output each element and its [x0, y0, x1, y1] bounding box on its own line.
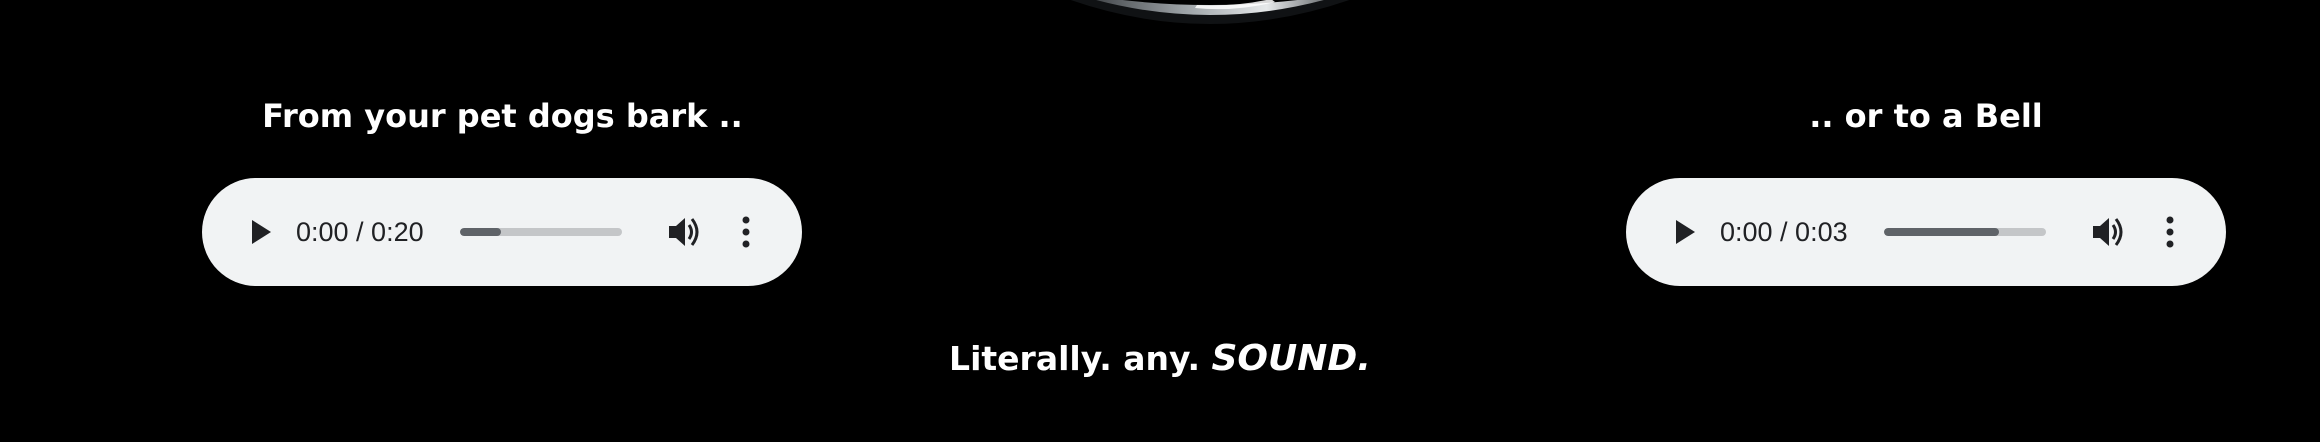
volume-icon[interactable] [2090, 215, 2126, 249]
caption-dog-bark: From your pet dogs bark .. [262, 97, 743, 135]
tagline: Literally. any. SOUND. [900, 338, 1420, 379]
play-icon[interactable] [244, 216, 276, 248]
play-icon[interactable] [1668, 216, 1700, 248]
progress-fill [460, 228, 501, 236]
more-vert-icon[interactable] [2162, 216, 2178, 248]
product-image [1070, 0, 1350, 24]
progress-slider[interactable] [460, 228, 622, 236]
time-display: 0:00 / 0:20 [296, 217, 424, 247]
page: From your pet dogs bark .. .. or to a Be… [0, 0, 2320, 442]
more-vert-icon[interactable] [738, 216, 754, 248]
tagline-main: Literally. any. [949, 339, 1200, 378]
progress-slider[interactable] [1884, 228, 2046, 236]
audio-player-bell[interactable]: 0:00 / 0:03 [1626, 178, 2226, 286]
time-display: 0:00 / 0:03 [1720, 217, 1848, 247]
caption-bell: .. or to a Bell [1809, 97, 2043, 135]
audio-player-dog-bark[interactable]: 0:00 / 0:20 [202, 178, 802, 286]
volume-icon[interactable] [666, 215, 702, 249]
tagline-emphasis: SOUND. [1211, 338, 1371, 379]
progress-fill [1884, 228, 2000, 236]
